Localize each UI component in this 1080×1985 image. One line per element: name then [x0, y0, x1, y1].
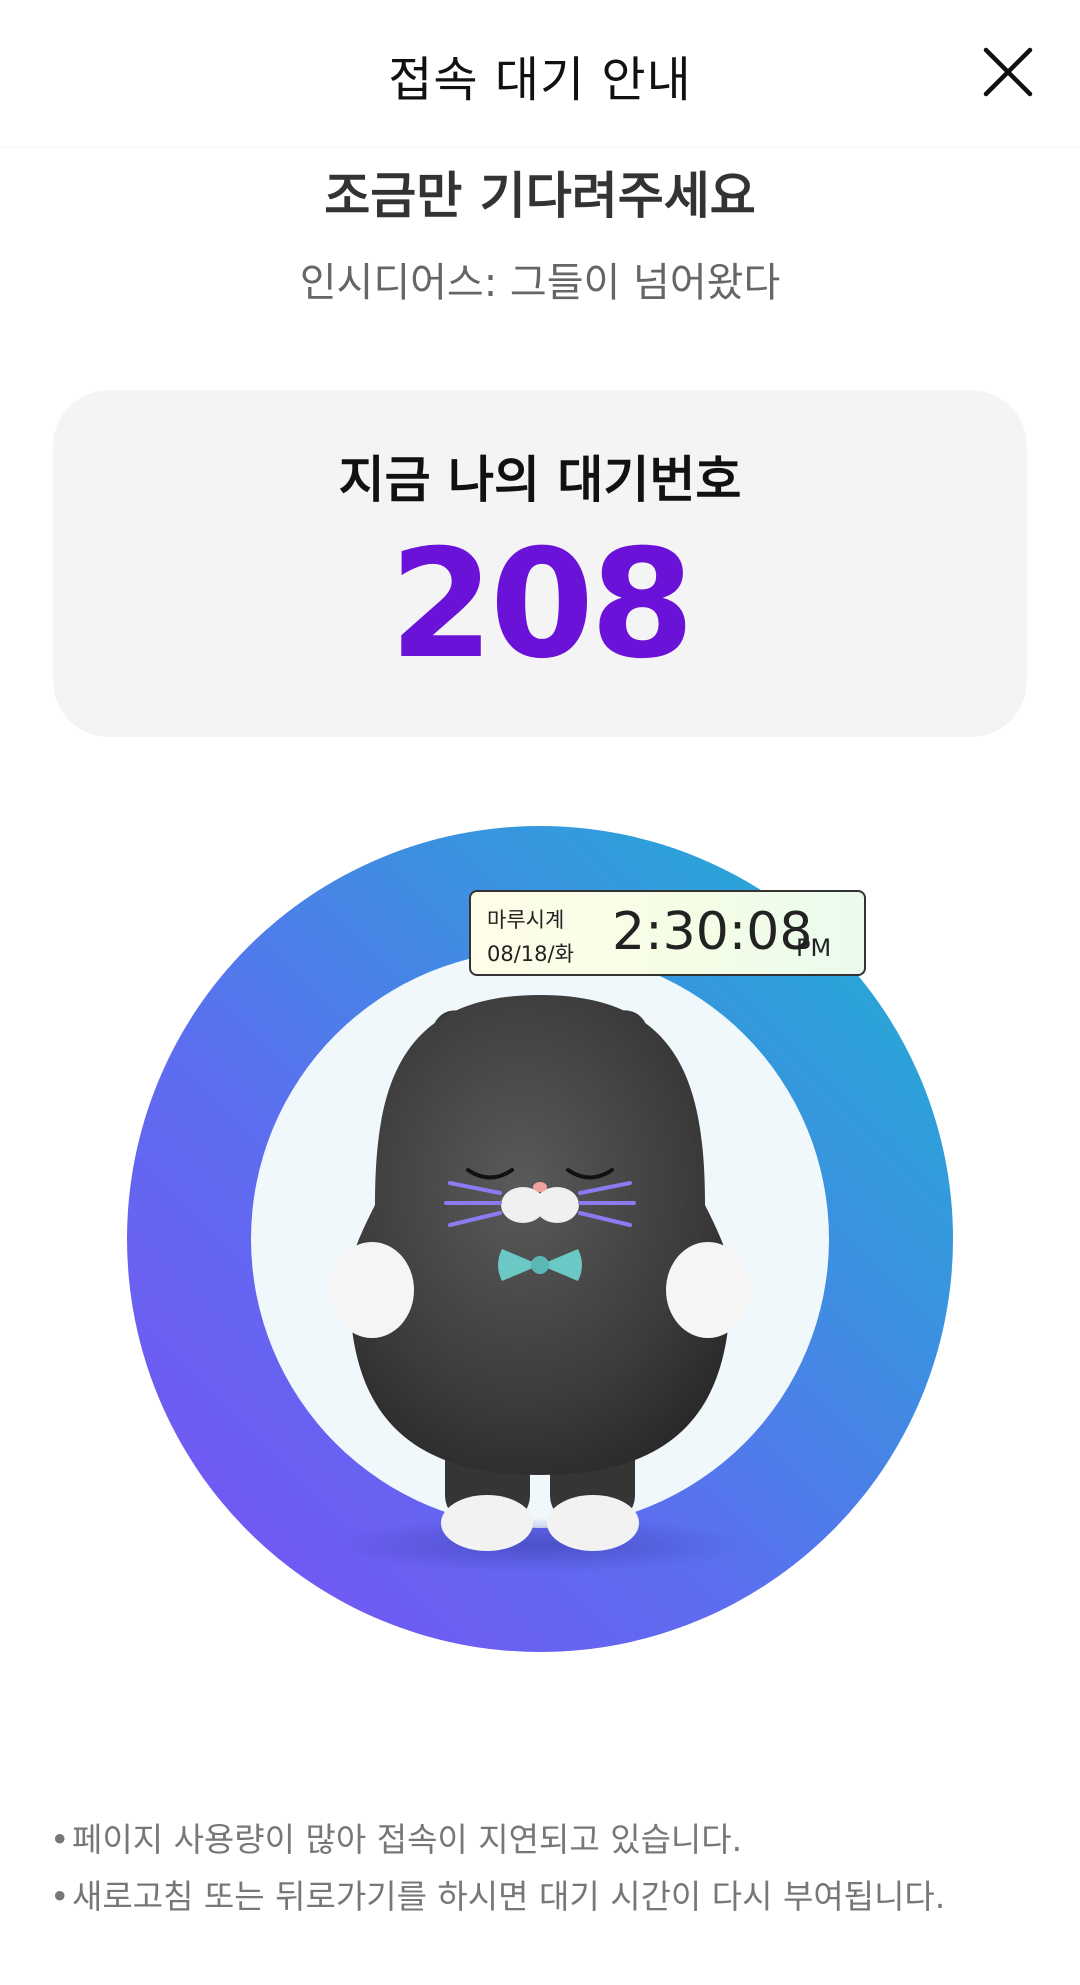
notice-text: 새로고침 또는 뒤로가기를 하시면 대기 시간이 다시 부여됩니다. — [72, 1877, 946, 1916]
page-title: 접속 대기 안내 — [388, 52, 692, 108]
notice-list: • 페이지 사용량이 많아 접속이 지연되고 있습니다. • 새로고침 또는 뒤… — [48, 1815, 1048, 1929]
black-cat-mascot-icon — [280, 975, 800, 1575]
clock-time: 2:30:08 — [612, 902, 813, 962]
event-title: 인시디어스: 그들이 넘어왔다 — [299, 260, 781, 306]
notice-item: • 새로고침 또는 뒤로가기를 하시면 대기 시간이 다시 부여됩니다. — [48, 1872, 1048, 1929]
maru-clock-widget: 마루시계 08/18/화 2:30:08 PM — [469, 890, 866, 976]
notice-text: 페이지 사용량이 많아 접속이 지연되고 있습니다. — [72, 1820, 743, 1859]
wait-heading: 조금만 기다려주세요 — [324, 167, 756, 225]
clock-date: 08/18/화 — [487, 942, 574, 966]
notice-item: • 페이지 사용량이 많아 접속이 지연되고 있습니다. — [48, 1815, 1048, 1872]
queue-card: 지금 나의 대기번호 208 — [53, 390, 1027, 737]
bullet-icon: • — [50, 1877, 70, 1916]
close-icon — [983, 47, 1033, 97]
close-button[interactable] — [966, 30, 1050, 114]
clock-name: 마루시계 — [487, 908, 565, 932]
queue-label: 지금 나의 대기번호 — [338, 451, 742, 509]
bullet-icon: • — [50, 1820, 70, 1859]
queue-number: 208 — [389, 518, 694, 692]
header-bar: 접속 대기 안내 — [0, 0, 1080, 146]
clock-ampm: PM — [796, 934, 832, 962]
